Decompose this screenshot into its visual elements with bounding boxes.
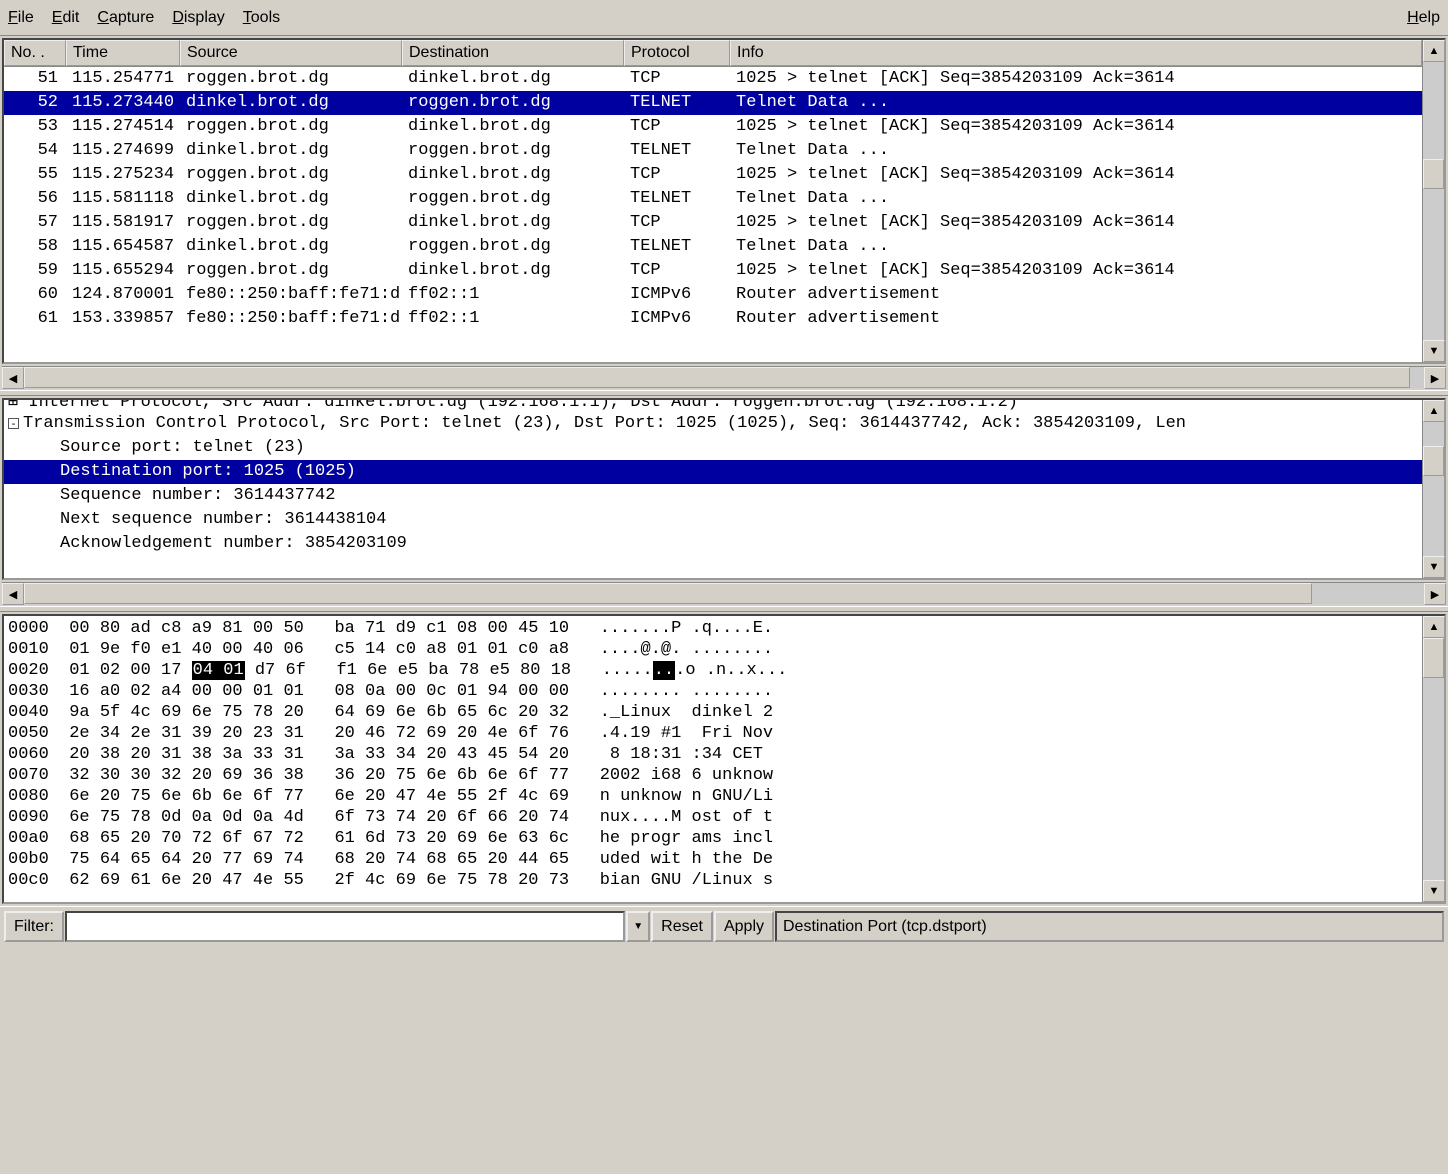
hex-line[interactable]: 0010 01 9e f0 e1 40 00 40 06 c5 14 c0 a8… [8, 639, 1418, 660]
menu-edit[interactable]: Edit [52, 9, 80, 27]
col-header-time[interactable]: Time [66, 40, 180, 66]
scroll-down-icon[interactable]: ▼ [1423, 556, 1445, 578]
hex-dump-body[interactable]: 0000 00 80 ad c8 a9 81 00 50 ba 71 d9 c1… [4, 616, 1422, 902]
scroll-right-icon[interactable]: ▶ [1424, 583, 1446, 605]
tree-item-tcp[interactable]: -Transmission Control Protocol, Src Port… [4, 412, 1422, 436]
col-header-source[interactable]: Source [180, 40, 402, 66]
hex-line[interactable]: 0020 01 02 00 17 04 01 d7 6f f1 6e e5 ba… [8, 660, 1418, 681]
table-row[interactable]: 52115.273440dinkel.brot.dgroggen.brot.dg… [4, 91, 1422, 115]
hex-line[interactable]: 00b0 75 64 65 64 20 77 69 74 68 20 74 68… [8, 849, 1418, 870]
details-hscroll[interactable]: ◀ ▶ [2, 582, 1446, 604]
pane-divider[interactable] [0, 606, 1448, 612]
hex-line[interactable]: 0000 00 80 ad c8 a9 81 00 50 ba 71 d9 c1… [8, 618, 1418, 639]
scroll-up-icon[interactable]: ▲ [1423, 616, 1445, 638]
tree-item-ip[interactable]: ⊞ Internet Protocol, Src Addr: dinkel.br… [4, 400, 1422, 412]
table-row[interactable]: 57115.581917roggen.brot.dgdinkel.brot.dg… [4, 211, 1422, 235]
table-row[interactable]: 61153.339857fe80::250:baff:fe71:dff02::1… [4, 307, 1422, 331]
menu-help[interactable]: Help [1407, 9, 1440, 27]
table-row[interactable]: 51115.254771roggen.brot.dgdinkel.brot.dg… [4, 67, 1422, 91]
tree-item-dst-port[interactable]: Destination port: 1025 (1025) [4, 460, 1422, 484]
table-row[interactable]: 53115.274514roggen.brot.dgdinkel.brot.dg… [4, 115, 1422, 139]
hex-line[interactable]: 0070 32 30 30 32 20 69 36 38 36 20 75 6e… [8, 765, 1418, 786]
menu-tools[interactable]: Tools [243, 9, 280, 27]
filter-dropdown-icon[interactable]: ▼ [626, 911, 650, 942]
menubar: File Edit Capture Display Tools Help [0, 0, 1448, 36]
table-row[interactable]: 58115.654587dinkel.brot.dgroggen.brot.dg… [4, 235, 1422, 259]
packet-list-pane: No. . Time Source Destination Protocol I… [2, 38, 1446, 364]
hex-dump-pane: 0000 00 80 ad c8 a9 81 00 50 ba 71 d9 c1… [2, 614, 1446, 904]
packet-details-pane: ⊞ Internet Protocol, Src Addr: dinkel.br… [2, 398, 1446, 580]
tree-item-src-port[interactable]: Source port: telnet (23) [4, 436, 1422, 460]
tree-item-ack[interactable]: Acknowledgement number: 3854203109 [4, 532, 1422, 556]
menu-file[interactable]: File [8, 9, 34, 27]
table-row[interactable]: 60124.870001fe80::250:baff:fe71:dff02::1… [4, 283, 1422, 307]
hex-line[interactable]: 0060 20 38 20 31 38 3a 33 31 3a 33 34 20… [8, 744, 1418, 765]
col-header-info[interactable]: Info [730, 40, 1422, 66]
tree-collapse-icon[interactable]: - [8, 418, 19, 429]
menu-capture[interactable]: Capture [97, 9, 154, 27]
filter-bar: Filter: ▼ Reset Apply Destination Port (… [0, 906, 1448, 946]
table-row[interactable]: 55115.275234roggen.brot.dgdinkel.brot.dg… [4, 163, 1422, 187]
packet-details-body[interactable]: ⊞ Internet Protocol, Src Addr: dinkel.br… [4, 400, 1422, 578]
scroll-down-icon[interactable]: ▼ [1423, 880, 1445, 902]
filter-label-button[interactable]: Filter: [4, 911, 64, 942]
scroll-up-icon[interactable]: ▲ [1423, 40, 1445, 62]
reset-button[interactable]: Reset [651, 911, 713, 942]
table-row[interactable]: 54115.274699dinkel.brot.dgroggen.brot.dg… [4, 139, 1422, 163]
hex-line[interactable]: 0090 6e 75 78 0d 0a 0d 0a 4d 6f 73 74 20… [8, 807, 1418, 828]
pane-divider[interactable] [0, 390, 1448, 396]
details-vscroll[interactable]: ▲ ▼ [1422, 400, 1444, 578]
packet-list-hscroll[interactable]: ◀ ▶ [2, 366, 1446, 388]
tree-item-seq[interactable]: Sequence number: 3614437742 [4, 484, 1422, 508]
table-row[interactable]: 56115.581118dinkel.brot.dgroggen.brot.dg… [4, 187, 1422, 211]
hex-line[interactable]: 0050 2e 34 2e 31 39 20 23 31 20 46 72 69… [8, 723, 1418, 744]
scroll-down-icon[interactable]: ▼ [1423, 340, 1445, 362]
packet-list-vscroll[interactable]: ▲ ▼ [1422, 40, 1444, 362]
filter-input[interactable] [65, 911, 625, 942]
hex-line[interactable]: 00a0 68 65 20 70 72 6f 67 72 61 6d 73 20… [8, 828, 1418, 849]
hex-line[interactable]: 0040 9a 5f 4c 69 6e 75 78 20 64 69 6e 6b… [8, 702, 1418, 723]
scroll-left-icon[interactable]: ◀ [2, 583, 24, 605]
col-header-protocol[interactable]: Protocol [624, 40, 730, 66]
col-header-destination[interactable]: Destination [402, 40, 624, 66]
col-header-no[interactable]: No. . [4, 40, 66, 66]
menu-display[interactable]: Display [172, 9, 224, 27]
hex-line[interactable]: 0080 6e 20 75 6e 6b 6e 6f 77 6e 20 47 4e… [8, 786, 1418, 807]
tree-item-next-seq[interactable]: Next sequence number: 3614438104 [4, 508, 1422, 532]
status-field: Destination Port (tcp.dstport) [775, 911, 1444, 942]
hex-line[interactable]: 0030 16 a0 02 a4 00 00 01 01 08 0a 00 0c… [8, 681, 1418, 702]
packet-list-header: No. . Time Source Destination Protocol I… [4, 40, 1422, 67]
apply-button[interactable]: Apply [714, 911, 774, 942]
scroll-right-icon[interactable]: ▶ [1424, 367, 1446, 389]
scroll-up-icon[interactable]: ▲ [1423, 400, 1445, 422]
packet-list-body[interactable]: 51115.254771roggen.brot.dgdinkel.brot.dg… [4, 67, 1422, 362]
table-row[interactable]: 59115.655294roggen.brot.dgdinkel.brot.dg… [4, 259, 1422, 283]
scroll-left-icon[interactable]: ◀ [2, 367, 24, 389]
hex-vscroll[interactable]: ▲ ▼ [1422, 616, 1444, 902]
hex-line[interactable]: 00c0 62 69 61 6e 20 47 4e 55 2f 4c 69 6e… [8, 870, 1418, 891]
